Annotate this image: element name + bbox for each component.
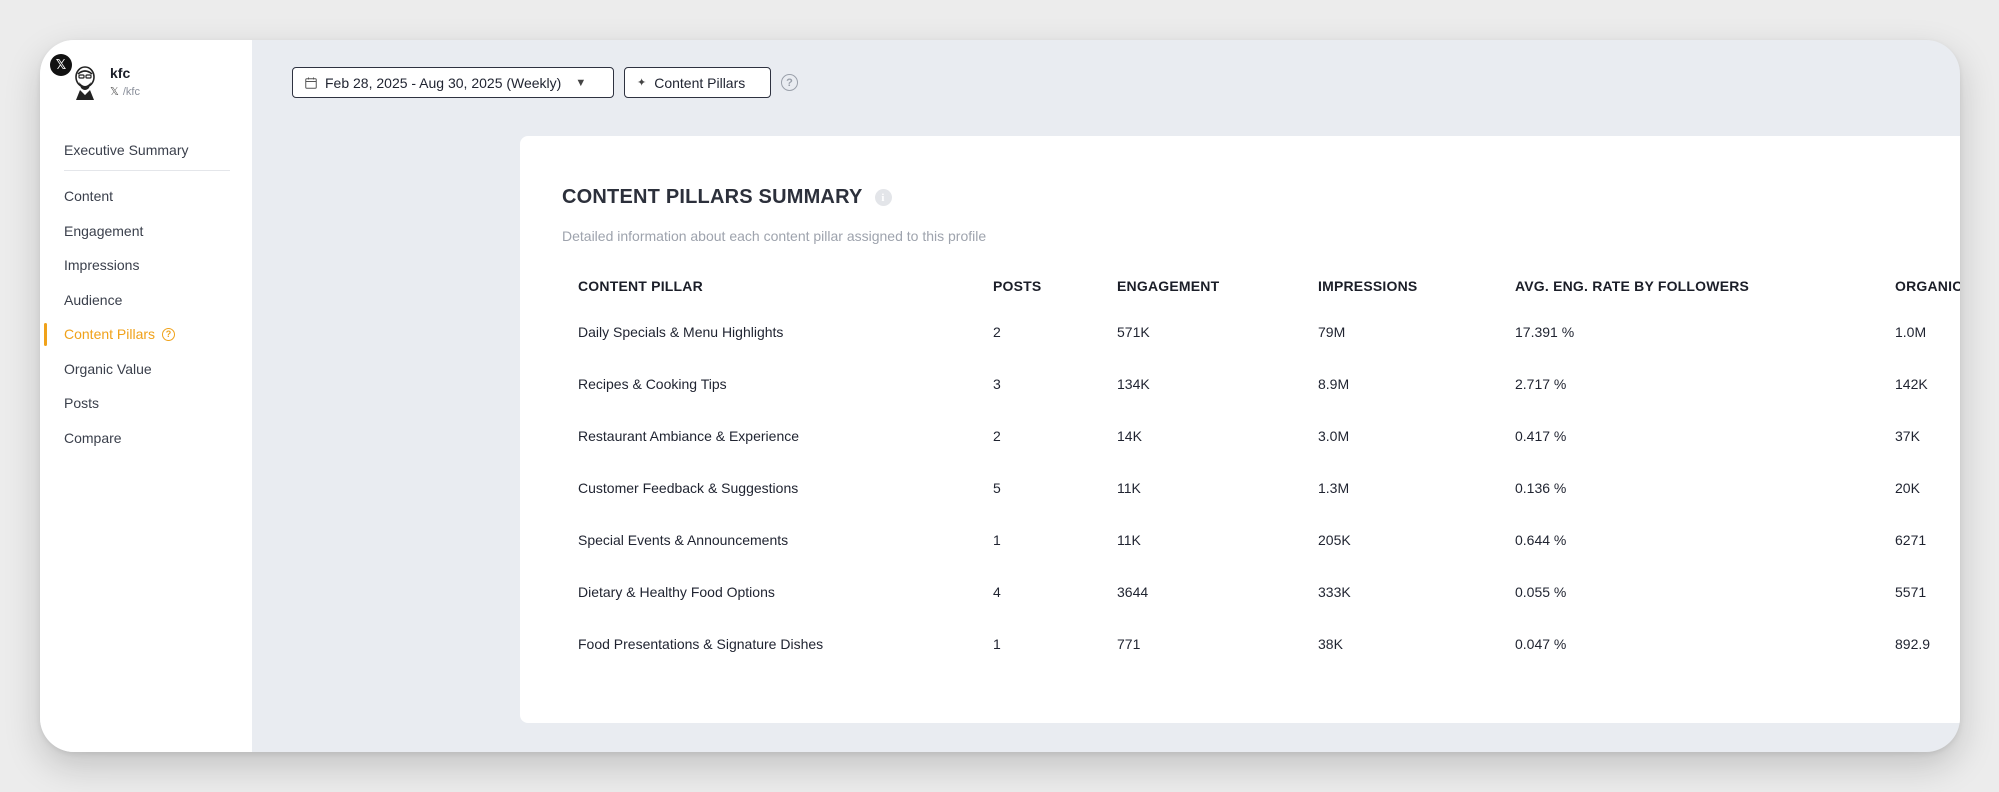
cell-engagement: 14K	[1117, 428, 1142, 444]
cell-impressions: 38K	[1318, 636, 1343, 652]
info-icon[interactable]: i	[874, 189, 892, 206]
chevron-down-icon: ▼	[575, 76, 587, 89]
cell-impressions: 333K	[1318, 584, 1351, 600]
cell-content-pillar: Food Presentations & Signature Dishes	[578, 636, 824, 652]
cell-organic-value: 142K	[1895, 376, 1928, 392]
cell-organic-value: 5571	[1895, 584, 1927, 600]
sidebar-item-impressions[interactable]: Impressions	[40, 248, 252, 283]
content-pillars-card: CONTENT PILLARS SUMMARY i Detailed infor…	[520, 136, 1960, 723]
table-row[interactable]: Dietary & Healthy Food Options 4 3644 33…	[566, 566, 1960, 618]
date-range-dropdown[interactable]: Feb 28, 2025 - Aug 30, 2025 (Weekly) ▼	[292, 67, 614, 98]
cell-posts: 4	[993, 584, 1001, 600]
cell-content-pillar: Restaurant Ambiance & Experience	[578, 428, 800, 444]
cell-engagement: 11K	[1117, 480, 1141, 496]
x-logo-icon: 𝕏	[50, 54, 72, 76]
table-row[interactable]: Customer Feedback & Suggestions 5 11K 1.…	[566, 462, 1960, 514]
cell-organic-value: 6271	[1895, 532, 1927, 548]
help-icon[interactable]: ?	[781, 74, 798, 91]
cell-impressions: 3.0M	[1318, 428, 1350, 444]
cell-impressions: 1.3M	[1318, 480, 1350, 496]
sidebar-nav: Executive Summary Content Engagement Imp…	[40, 134, 252, 455]
sidebar-item-compare[interactable]: Compare	[40, 421, 252, 456]
cell-organic-value: 892.9	[1895, 636, 1931, 652]
cell-avg-eng-rate: 0.644 %	[1515, 532, 1567, 548]
table-row[interactable]: Food Presentations & Signature Dishes 1 …	[566, 618, 1960, 670]
table-header-row: CONTENT PILLAR POSTS ENGAGEMENT IMPRESSI…	[566, 276, 1960, 296]
content-pillars-table: CONTENT PILLAR POSTS ENGAGEMENT IMPRESSI…	[566, 276, 1960, 670]
sidebar-item-content-pillars[interactable]: Content Pillars ?	[40, 317, 252, 352]
profile-header[interactable]: 𝕏 kfc 𝕏 /kfc	[50, 54, 140, 100]
cell-posts: 1	[993, 532, 1001, 548]
cell-content-pillar: Daily Specials & Menu Highlights	[578, 324, 784, 340]
date-range-label: Feb 28, 2025 - Aug 30, 2025 (Weekly)	[325, 74, 562, 91]
table-row[interactable]: Recipes & Cooking Tips 3 134K 8.9M 2.717…	[566, 358, 1960, 410]
cell-organic-value: 1.0M	[1895, 324, 1927, 340]
sidebar-item-executive-summary[interactable]: Executive Summary	[40, 134, 252, 166]
profile-handle: /kfc	[122, 85, 140, 98]
cell-avg-eng-rate: 0.047 %	[1515, 636, 1567, 652]
cell-avg-eng-rate: 0.417 %	[1515, 428, 1567, 444]
sidebar-item-content[interactable]: Content	[40, 179, 252, 214]
kfc-colonel-logo-icon	[75, 66, 95, 100]
column-header-engagement: ENGAGEMENT	[1117, 278, 1220, 294]
cell-content-pillar: Customer Feedback & Suggestions	[578, 480, 799, 496]
column-header-posts: POSTS	[993, 278, 1042, 294]
profile-name: kfc	[110, 65, 131, 81]
cell-content-pillar: Recipes & Cooking Tips	[578, 376, 727, 392]
cell-content-pillar: Dietary & Healthy Food Options	[578, 584, 775, 600]
sparkle-icon: ✦	[637, 76, 647, 89]
table-row[interactable]: Daily Specials & Menu Highlights 2 571K …	[566, 296, 1960, 358]
x-small-icon: 𝕏	[110, 85, 119, 98]
cell-posts: 2	[993, 324, 1001, 340]
sidebar-item-posts[interactable]: Posts	[40, 386, 252, 421]
content-pillars-button[interactable]: ✦ Content Pillars	[624, 67, 771, 98]
content-pillars-button-label: Content Pillars	[654, 74, 746, 91]
cell-avg-eng-rate: 0.055 %	[1515, 584, 1567, 600]
column-header-impressions: IMPRESSIONS	[1318, 278, 1418, 294]
cell-posts: 3	[993, 376, 1001, 392]
cell-avg-eng-rate: 17.391 %	[1515, 324, 1575, 340]
table-row[interactable]: Restaurant Ambiance & Experience 2 14K 3…	[566, 410, 1960, 462]
card-title: CONTENT PILLARS SUMMARY	[562, 186, 863, 208]
cell-organic-value: 37K	[1895, 428, 1920, 444]
cell-avg-eng-rate: 2.717 %	[1515, 376, 1567, 392]
cell-avg-eng-rate: 0.136 %	[1515, 480, 1567, 496]
cell-engagement: 11K	[1117, 532, 1141, 548]
help-icon[interactable]: ?	[162, 327, 176, 341]
sidebar-item-engagement[interactable]: Engagement	[40, 214, 252, 249]
cell-content-pillar: Special Events & Announcements	[578, 532, 789, 548]
cell-engagement: 3644	[1117, 584, 1149, 600]
cell-posts: 2	[993, 428, 1001, 444]
cell-impressions: 8.9M	[1318, 376, 1350, 392]
cell-impressions: 79M	[1318, 324, 1346, 340]
cell-posts: 5	[993, 480, 1001, 496]
cell-engagement: 771	[1117, 636, 1141, 652]
column-header-avg-eng-rate: AVG. ENG. RATE BY FOLLOWERS	[1515, 278, 1750, 294]
column-header-content-pillar: CONTENT PILLAR	[578, 278, 703, 294]
card-subtitle: Detailed information about each content …	[562, 228, 987, 244]
avatar: 𝕏	[50, 54, 96, 100]
table-row[interactable]: Special Events & Announcements 1 11K 205…	[566, 514, 1960, 566]
sidebar-item-audience[interactable]: Audience	[40, 283, 252, 318]
app-window: 𝕏 kfc 𝕏 /kfc Executive Summary Content E…	[40, 40, 1960, 752]
sidebar-item-organic-value[interactable]: Organic Value	[40, 352, 252, 387]
cell-posts: 1	[993, 636, 1001, 652]
cell-engagement: 571K	[1117, 324, 1150, 340]
cell-impressions: 205K	[1318, 532, 1351, 548]
sidebar-divider	[64, 170, 230, 171]
sidebar: 𝕏 kfc 𝕏 /kfc Executive Summary Content E…	[40, 40, 252, 752]
calendar-icon	[305, 77, 317, 89]
cell-engagement: 134K	[1117, 376, 1150, 392]
main-content: Feb 28, 2025 - Aug 30, 2025 (Weekly) ▼ ✦…	[252, 40, 1960, 752]
cell-organic-value: 20K	[1895, 480, 1920, 496]
column-header-organic-value: ORGANIC VALUE	[1895, 278, 1960, 294]
